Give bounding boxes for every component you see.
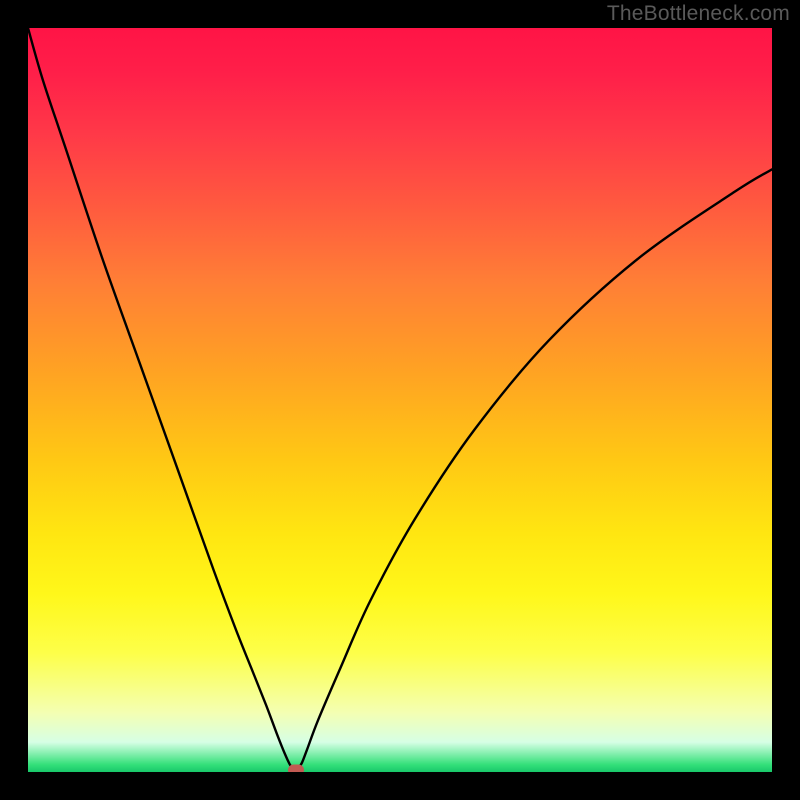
plot-area: [28, 28, 772, 772]
optimal-marker: [288, 764, 304, 772]
curve-path: [28, 28, 772, 770]
chart-frame: TheBottleneck.com: [0, 0, 800, 800]
bottleneck-curve: [28, 28, 772, 772]
watermark-text: TheBottleneck.com: [607, 2, 790, 26]
